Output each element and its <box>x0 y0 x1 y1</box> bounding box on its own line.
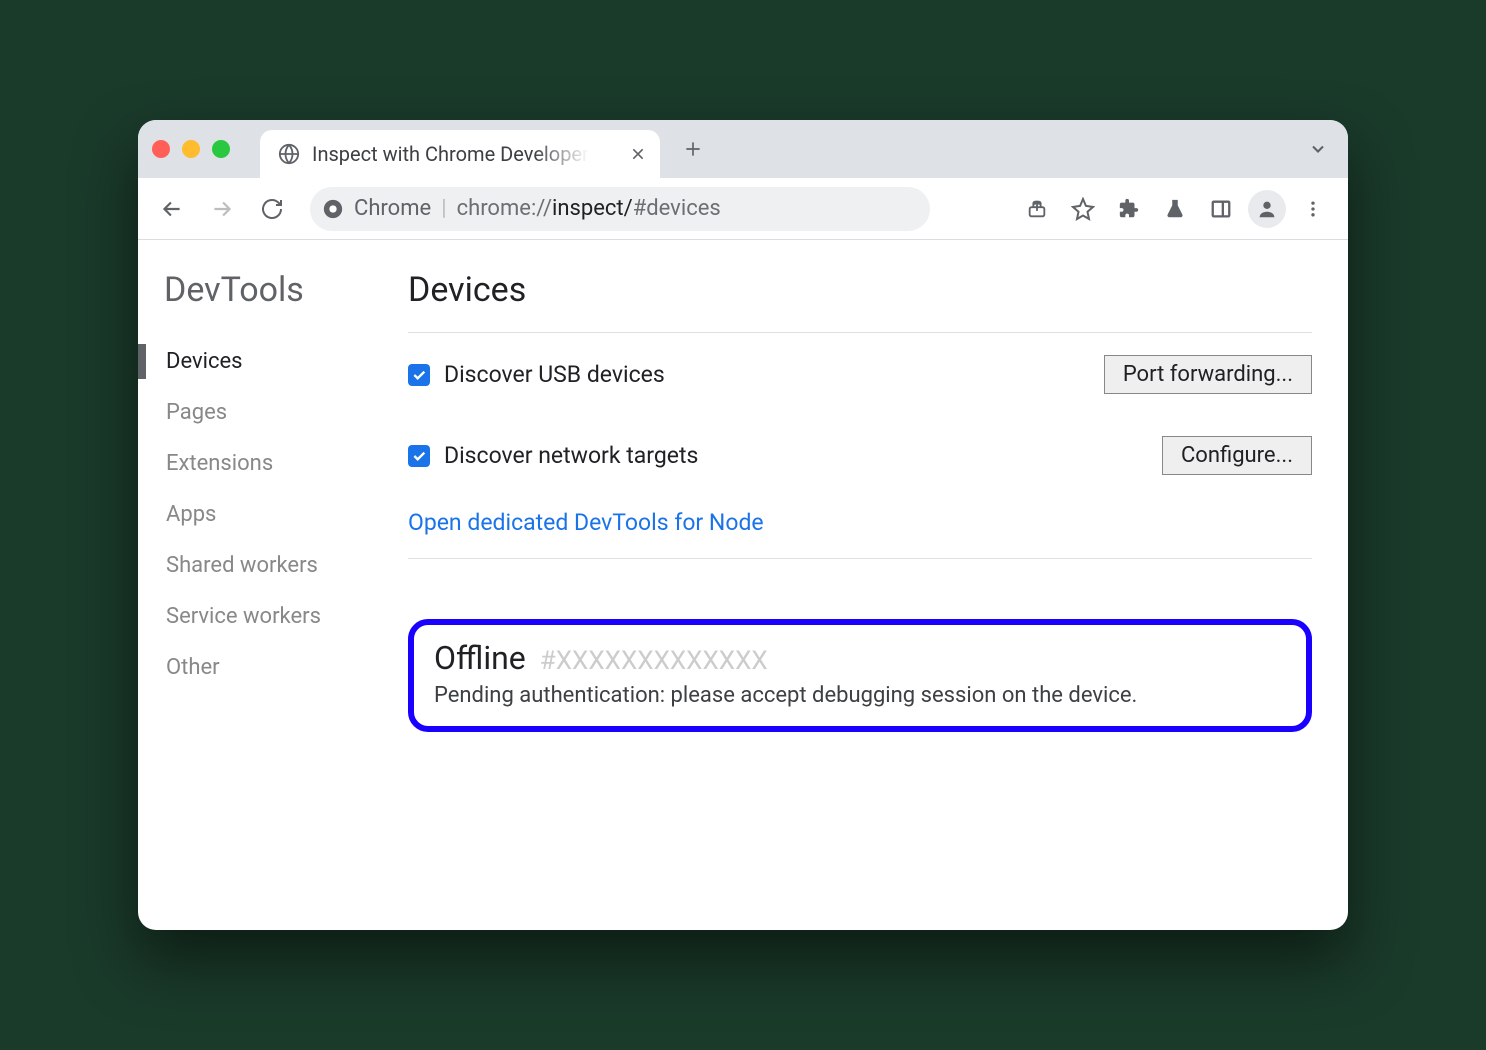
discover-usb-checkbox[interactable] <box>408 364 430 386</box>
omnibox-url-path: inspect/ <box>552 196 633 221</box>
configure-button[interactable]: Configure... <box>1162 436 1312 475</box>
close-window-button[interactable] <box>152 140 170 158</box>
star-icon[interactable] <box>1062 188 1104 230</box>
browser-tab[interactable]: Inspect with Chrome Developer <box>260 130 660 178</box>
main-panel: Devices Discover USB devices Port forwar… <box>398 270 1312 900</box>
tab-title: Inspect with Chrome Developer <box>312 142 589 166</box>
menu-icon[interactable] <box>1292 188 1334 230</box>
discover-section: Discover USB devices Port forwarding... … <box>408 332 1312 558</box>
new-tab-button[interactable] <box>678 134 708 164</box>
share-icon[interactable] <box>1016 188 1058 230</box>
back-button[interactable] <box>152 189 192 229</box>
sidebar: DevTools Devices Pages Extensions Apps S… <box>138 270 398 900</box>
tab-list-chevron-icon[interactable] <box>1308 139 1328 159</box>
address-bar[interactable]: Chrome | chrome://inspect/#devices <box>310 187 930 231</box>
device-status: Offline <box>434 639 526 677</box>
sidebar-nav: Devices Pages Extensions Apps Shared wor… <box>164 336 398 693</box>
minimize-window-button[interactable] <box>182 140 200 158</box>
sidebar-item-shared-workers[interactable]: Shared workers <box>164 540 398 591</box>
sidebar-item-other[interactable]: Other <box>164 642 398 693</box>
profile-button[interactable] <box>1246 188 1288 230</box>
extensions-icon[interactable] <box>1108 188 1150 230</box>
reload-button[interactable] <box>252 189 292 229</box>
toolbar: Chrome | chrome://inspect/#devices <box>138 178 1348 240</box>
device-message: Pending authentication: please accept de… <box>434 683 1286 708</box>
discover-network-label: Discover network targets <box>444 442 698 469</box>
omnibox-url-prefix: chrome:// <box>457 196 552 221</box>
omnibox-scheme: Chrome <box>354 196 431 221</box>
sidebar-item-service-workers[interactable]: Service workers <box>164 591 398 642</box>
sidebar-item-devices[interactable]: Devices <box>164 336 398 387</box>
omnibox-url-hash: #devices <box>633 196 721 221</box>
omnibox-separator: | <box>441 196 446 221</box>
page-content: DevTools Devices Pages Extensions Apps S… <box>138 240 1348 930</box>
globe-icon <box>278 143 300 165</box>
page-heading: Devices <box>408 270 1312 310</box>
forward-button[interactable] <box>202 189 242 229</box>
sidebar-item-extensions[interactable]: Extensions <box>164 438 398 489</box>
traffic-lights <box>152 140 230 158</box>
labs-icon[interactable] <box>1154 188 1196 230</box>
node-devtools-link[interactable]: Open dedicated DevTools for Node <box>408 509 764 536</box>
port-forwarding-button[interactable]: Port forwarding... <box>1104 355 1312 394</box>
sidebar-item-pages[interactable]: Pages <box>164 387 398 438</box>
tab-bar: Inspect with Chrome Developer <box>138 120 1348 178</box>
maximize-window-button[interactable] <box>212 140 230 158</box>
close-tab-icon[interactable] <box>630 146 646 162</box>
device-serial: #XXXXXXXXXXXXX <box>540 646 768 676</box>
discover-usb-label: Discover USB devices <box>444 361 665 388</box>
sidebar-item-apps[interactable]: Apps <box>164 489 398 540</box>
discover-network-checkbox[interactable] <box>408 445 430 467</box>
sidebar-title: DevTools <box>164 270 398 310</box>
chrome-icon <box>322 198 344 220</box>
device-status-box: Offline #XXXXXXXXXXXXX Pending authentic… <box>408 619 1312 732</box>
browser-window: Inspect with Chrome Developer Chrome | <box>138 120 1348 930</box>
side-panel-icon[interactable] <box>1200 188 1242 230</box>
